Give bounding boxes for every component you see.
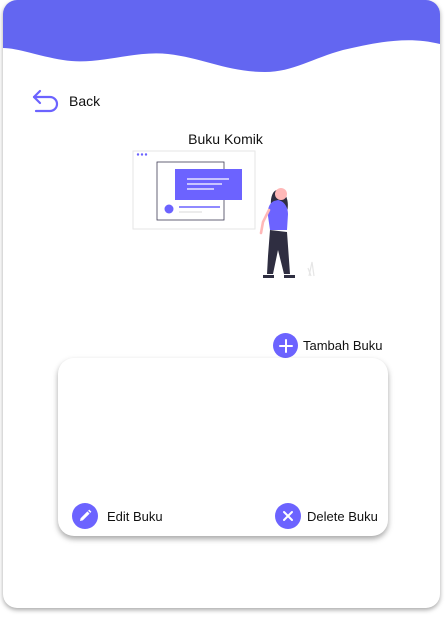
- add-book-label: Tambah Buku: [303, 338, 383, 353]
- add-book-button[interactable]: Tambah Buku: [273, 333, 383, 358]
- plus-icon: [278, 338, 293, 353]
- add-book-icon-circle[interactable]: [273, 333, 298, 358]
- woman-presenting-dashboard-illustration: [132, 150, 315, 278]
- close-icon: [283, 511, 293, 521]
- undo-arrow-icon: [32, 89, 59, 113]
- back-label: Back: [69, 93, 101, 109]
- edit-book-icon-circle[interactable]: [72, 503, 98, 529]
- category-title: Buku Komik: [188, 131, 263, 147]
- delete-book-button[interactable]: Delete Buku: [275, 503, 378, 529]
- back-button[interactable]: Back: [31, 88, 100, 114]
- edit-book-label: Edit Buku: [107, 508, 163, 524]
- app-frame: Back Buku Komik Tambah Buku Edit Buku De…: [3, 0, 440, 608]
- book-card: Edit Buku Delete Buku: [58, 358, 388, 536]
- edit-book-button[interactable]: Edit Buku: [72, 503, 163, 529]
- pencil-icon: [80, 509, 92, 521]
- delete-book-icon-circle[interactable]: [275, 503, 301, 529]
- delete-book-label: Delete Buku: [307, 508, 378, 524]
- header-wave: [3, 0, 440, 72]
